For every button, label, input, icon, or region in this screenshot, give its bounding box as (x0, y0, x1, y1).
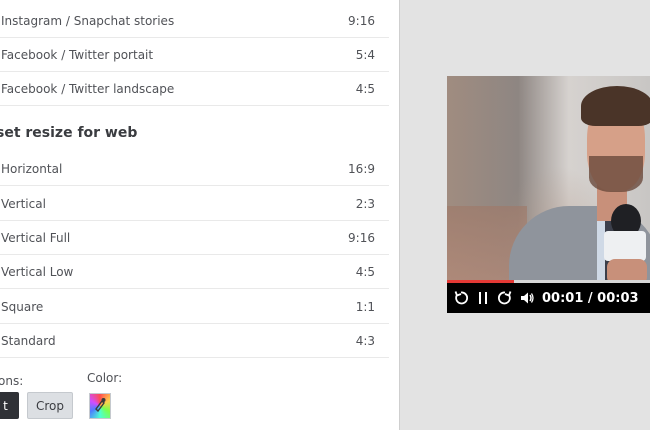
preset-label: Square (1, 299, 44, 314)
preset-row-facebook-portrait[interactable]: Facebook / Twitter portait 5:4 (0, 38, 389, 72)
color-picker-button[interactable] (89, 393, 111, 419)
preset-ratio: 16:9 (348, 161, 375, 176)
preset-row-instagram-snapchat[interactable]: Instagram / Snapchat stories 9:16 (0, 4, 389, 38)
preset-row-square[interactable]: Square 1:1 (0, 290, 389, 324)
preset-row-vertical-full[interactable]: Vertical Full 9:16 (0, 221, 389, 255)
preset-ratio: 4:3 (355, 333, 375, 348)
preset-row-vertical[interactable]: Vertical 2:3 (0, 187, 389, 221)
video-controls: 00:01 / 00:03 (447, 283, 650, 313)
fit-button[interactable]: t (0, 392, 19, 419)
preset-ratio: 9:16 (348, 13, 375, 28)
preset-ratio: 2:3 (355, 196, 375, 211)
preset-label: Vertical Low (1, 264, 74, 279)
replay-icon[interactable] (450, 283, 472, 313)
pause-icon[interactable] (472, 283, 494, 313)
preset-ratio: 1:1 (355, 299, 375, 314)
video-preview[interactable] (447, 76, 650, 313)
options-label: ons: (0, 374, 24, 388)
preset-ratio: 5:4 (355, 47, 375, 62)
preset-row-standard[interactable]: Standard 4:3 (0, 324, 389, 358)
preset-label: Vertical (1, 196, 46, 211)
preset-ratio: 9:16 (348, 230, 375, 245)
color-label: Color: (87, 371, 123, 385)
preset-label: Vertical Full (1, 230, 71, 245)
preset-row-horizontal[interactable]: Horizontal 16:9 (0, 152, 389, 186)
volume-icon[interactable] (516, 283, 538, 313)
preset-label: Facebook / Twitter landscape (1, 81, 175, 96)
preset-label: Horizontal (1, 161, 63, 176)
preset-row-facebook-landscape[interactable]: Facebook / Twitter landscape 4:5 (0, 72, 389, 106)
crop-button[interactable]: Crop (27, 392, 73, 419)
preset-label: Facebook / Twitter portait (1, 47, 154, 62)
web-section-title: set resize for web (0, 125, 138, 141)
color-picker-icon (93, 396, 107, 416)
preset-label: Standard (1, 333, 56, 348)
preset-ratio: 4:5 (355, 81, 375, 96)
forward-icon[interactable] (494, 283, 516, 313)
preset-ratio: 4:5 (355, 264, 375, 279)
preset-row-vertical-low[interactable]: Vertical Low 4:5 (0, 255, 389, 289)
preset-panel: Instagram / Snapchat stories 9:16 Facebo… (0, 0, 399, 430)
preset-label: Instagram / Snapchat stories (1, 13, 175, 28)
video-time: 00:01 / 00:03 (542, 290, 639, 306)
